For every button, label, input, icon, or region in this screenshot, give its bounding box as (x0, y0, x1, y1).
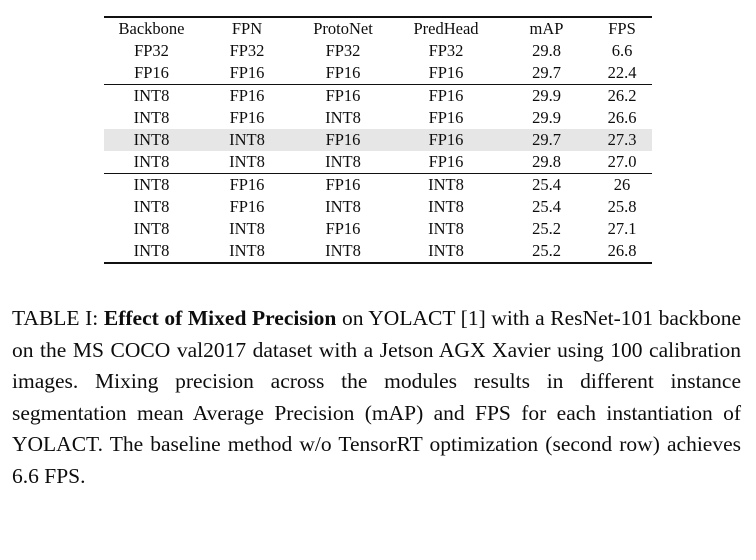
cell-map: 25.2 (532, 218, 561, 238)
cell-map: 29.9 (532, 107, 561, 127)
cell-map: 29.8 (532, 40, 561, 60)
cell-map: 29.7 (532, 62, 561, 82)
cell-predhead: INT8 (428, 240, 464, 260)
cell-protonet: FP16 (295, 84, 391, 107)
cell-fpn: FP16 (229, 62, 265, 82)
column-header-fps: FPS (608, 18, 636, 38)
cell-backbone: INT8 (104, 173, 199, 196)
cell-protonet: FP16 (325, 218, 361, 238)
cell-fpn: FP16 (229, 107, 265, 127)
table-header-row: Backbone FPN ProtoNet PredHead mAP FPS (104, 17, 652, 40)
cell-protonet: FP32 (325, 40, 361, 60)
cell-backbone: INT8 (133, 196, 170, 216)
cell-backbone: FP16 (134, 62, 169, 82)
cell-predhead: INT8 (428, 218, 464, 238)
cell-predhead: INT8 (428, 196, 464, 216)
cell-protonet: INT8 (325, 240, 361, 260)
table-row: INT8 INT8 FP16 FP16 29.7 27.3 (104, 129, 652, 151)
table-row: INT8 FP16 INT8 FP16 29.9 26.6 (104, 107, 652, 129)
column-header-map: mAP (529, 18, 564, 38)
cell-fpn: INT8 (229, 151, 265, 171)
cell-predhead: INT8 (391, 173, 501, 196)
cell-protonet: FP16 (295, 173, 391, 196)
table-row: FP16 FP16 FP16 FP16 29.7 22.4 (104, 62, 652, 85)
cell-backbone: INT8 (104, 84, 199, 107)
cell-fps: 27.0 (607, 151, 637, 171)
cell-backbone: INT8 (133, 218, 170, 238)
cell-fpn: INT8 (229, 240, 265, 260)
cell-predhead: FP16 (428, 151, 464, 171)
cell-backbone: INT8 (133, 240, 170, 260)
cell-fps: 6.6 (611, 40, 633, 60)
cell-backbone: INT8 (133, 107, 170, 127)
cell-protonet: INT8 (325, 151, 361, 171)
column-header-predhead: PredHead (413, 18, 479, 38)
mixed-precision-results-table: Backbone FPN ProtoNet PredHead mAP FPS F… (104, 16, 652, 264)
cell-predhead: FP16 (391, 129, 501, 151)
cell-fpn: FP16 (199, 84, 295, 107)
cell-fpn: FP16 (229, 196, 265, 216)
cell-fps: 27.3 (592, 129, 652, 151)
cell-fps: 26 (592, 173, 652, 196)
cell-map: 29.9 (501, 84, 592, 107)
table-body: FP32 FP32 FP32 FP32 29.8 6.6 FP16 FP16 FP16 FP16 2… (104, 40, 652, 263)
cell-fps: 26.2 (592, 84, 652, 107)
cell-fpn: FP16 (199, 173, 295, 196)
cell-protonet: INT8 (325, 196, 361, 216)
table-row: INT8 INT8 FP16 INT8 25.2 27.1 (104, 218, 652, 240)
table-row: INT8 FP16 FP16 FP16 29.9 26.2 (104, 84, 652, 107)
cell-fps: 26.8 (607, 240, 637, 260)
caption-label: TABLE I: (12, 306, 104, 330)
cell-protonet: INT8 (325, 107, 361, 127)
cell-predhead: FP16 (428, 107, 464, 127)
cell-map: 25.4 (532, 196, 561, 216)
cell-backbone: INT8 (104, 129, 199, 151)
results-table-container: Backbone FPN ProtoNet PredHead mAP FPS F… (104, 16, 652, 264)
column-header-backbone: Backbone (118, 18, 185, 38)
table-row: FP32 FP32 FP32 FP32 29.8 6.6 (104, 40, 652, 62)
cell-fps: 22.4 (607, 62, 637, 82)
column-header-fpn: FPN (231, 18, 263, 38)
caption-body: on YOLACT [1] with a ResNet-101 backbone… (12, 306, 741, 488)
cell-fps: 25.8 (607, 196, 637, 216)
table-header: Backbone FPN ProtoNet PredHead mAP FPS (104, 17, 652, 40)
cell-fps: 27.1 (607, 218, 637, 238)
cell-map: 25.2 (532, 240, 561, 260)
cell-protonet: FP16 (295, 129, 391, 151)
table-row: INT8 FP16 INT8 INT8 25.4 25.8 (104, 196, 652, 218)
table-caption: TABLE I: Effect of Mixed Precision on YO… (12, 303, 741, 492)
cell-protonet: FP16 (325, 62, 361, 82)
table-row: INT8 INT8 INT8 FP16 29.8 27.0 (104, 151, 652, 174)
column-header-protonet: ProtoNet (313, 18, 373, 38)
cell-predhead: FP16 (391, 84, 501, 107)
table-row: INT8 FP16 FP16 INT8 25.4 26 (104, 173, 652, 196)
cell-predhead: FP32 (428, 40, 464, 60)
cell-map: 29.8 (532, 151, 561, 171)
cell-fpn: FP32 (229, 40, 265, 60)
cell-map: 25.4 (501, 173, 592, 196)
cell-map: 29.7 (501, 129, 592, 151)
caption-bold-phrase: Effect of Mixed Precision (103, 306, 337, 330)
cell-fpn: INT8 (199, 129, 295, 151)
cell-backbone: INT8 (133, 151, 170, 171)
cell-fpn: INT8 (229, 218, 265, 238)
table-row: INT8 INT8 INT8 INT8 25.2 26.8 (104, 240, 652, 263)
cell-fps: 26.6 (607, 107, 637, 127)
cell-backbone: FP32 (134, 40, 169, 60)
cell-predhead: FP16 (428, 62, 464, 82)
table-figure-page: Backbone FPN ProtoNet PredHead mAP FPS F… (0, 0, 756, 560)
